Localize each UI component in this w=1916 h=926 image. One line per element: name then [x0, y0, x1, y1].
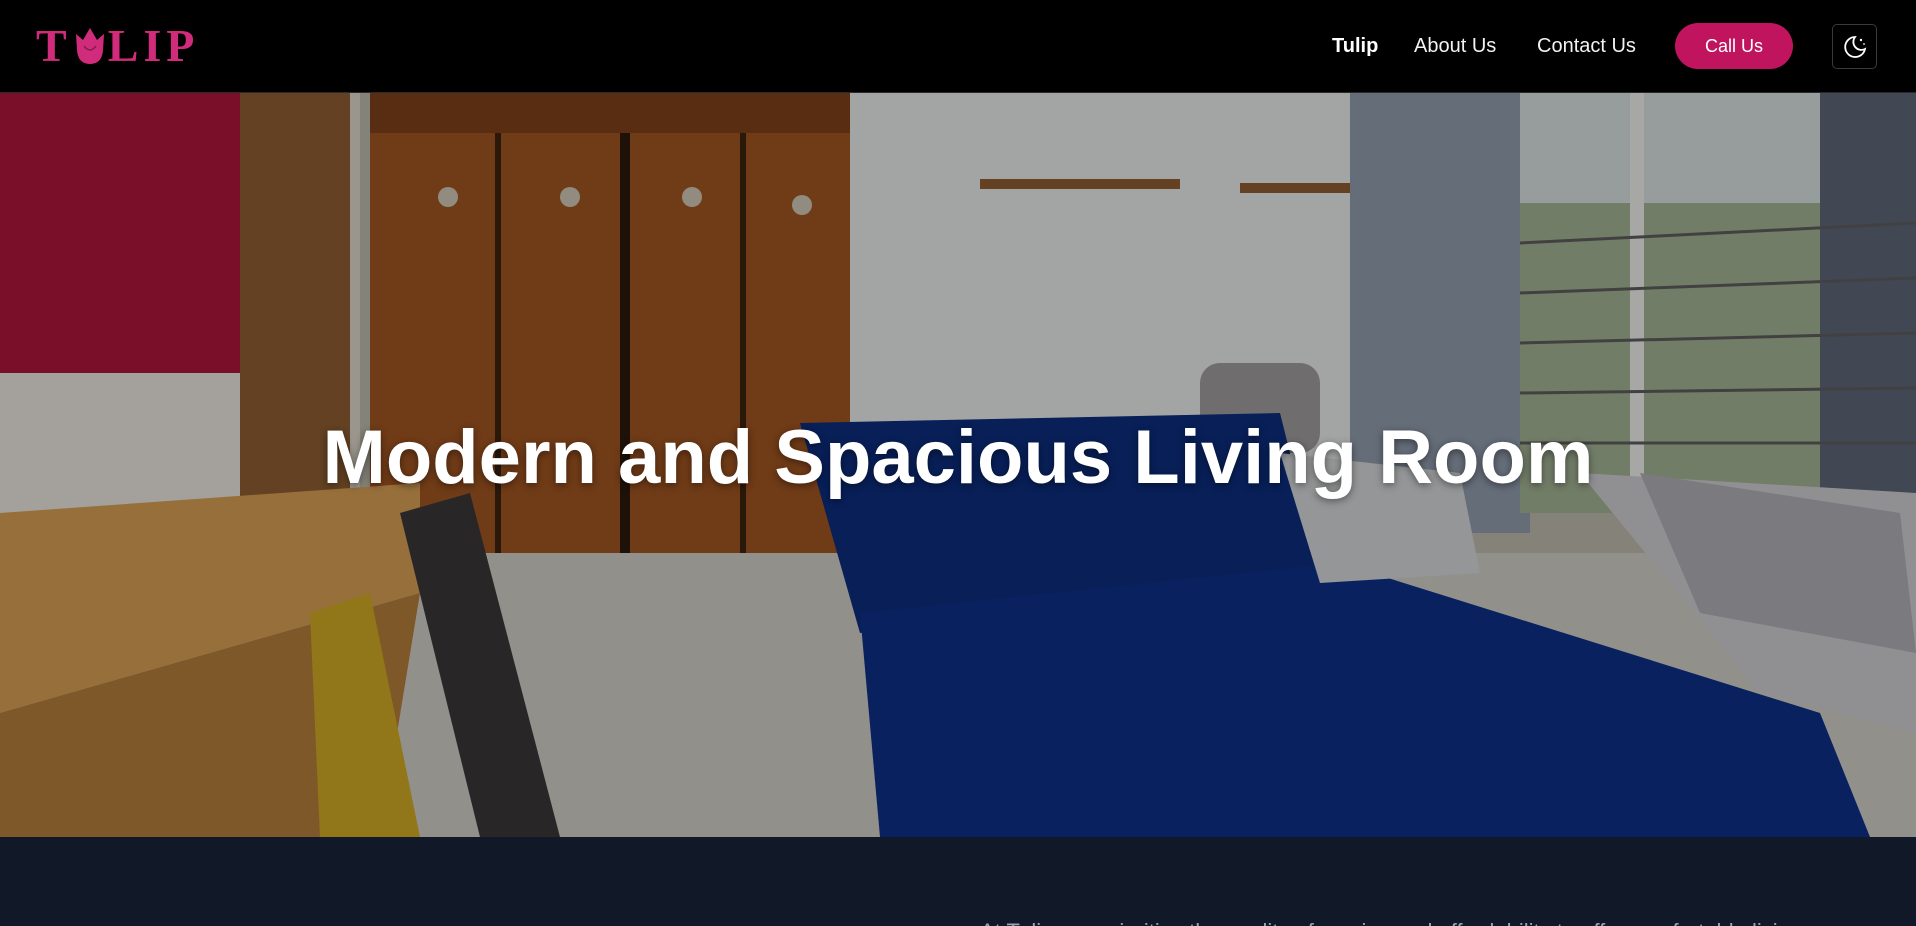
navbar: T LIP Tulip About Us Contact Us Call Us: [0, 0, 1916, 93]
tulip-icon: [75, 28, 104, 64]
hero-section: Modern and Spacious Living Room: [0, 93, 1916, 837]
intro-section: At Tulip, we prioritize the quality of s…: [0, 837, 1916, 926]
logo-letter-t: T: [36, 20, 72, 71]
nav-link-tulip[interactable]: Tulip: [1332, 33, 1378, 59]
theme-toggle-button[interactable]: [1832, 24, 1877, 69]
nav-link-contact-us[interactable]: Contact Us: [1537, 33, 1636, 59]
brand-logo[interactable]: T LIP: [36, 20, 200, 71]
logo-letters: LIP: [107, 20, 200, 71]
nav-link-about-us[interactable]: About Us: [1414, 33, 1496, 59]
hero-title: Modern and Spacious Living Room: [322, 415, 1594, 500]
moon-icon: [1843, 35, 1866, 58]
call-us-button[interactable]: Call Us: [1675, 23, 1793, 69]
intro-text: At Tulip, we prioritize the quality of s…: [980, 917, 1916, 926]
